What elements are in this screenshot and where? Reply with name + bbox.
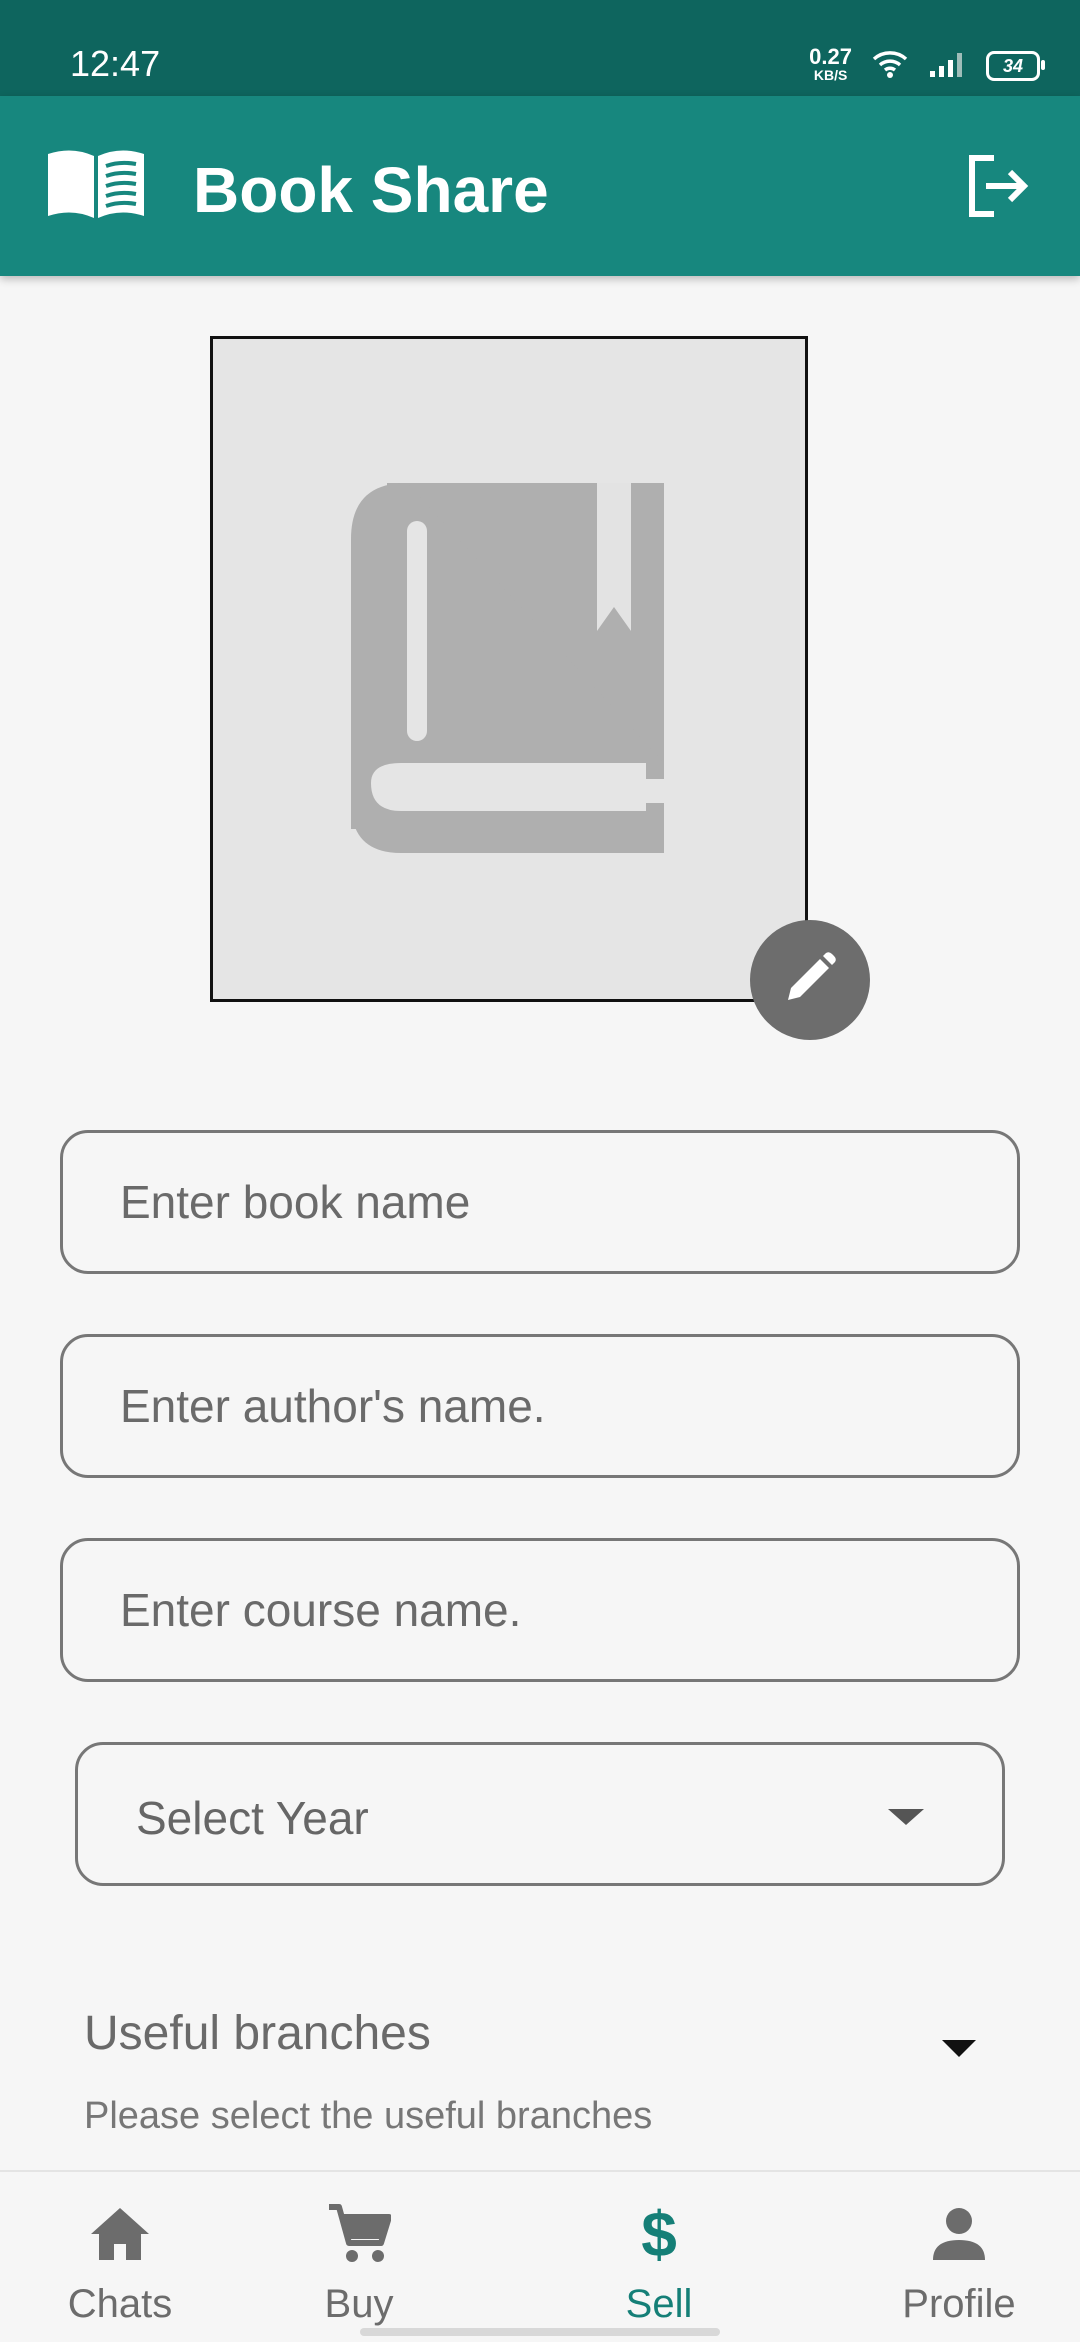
year-select[interactable]: Select Year	[75, 1742, 1005, 1886]
status-bar: 12:47 0.27 KB/S 34	[0, 0, 1080, 96]
book-icon	[351, 483, 669, 864]
nav-item-sell[interactable]: $ Sell	[559, 2172, 759, 2342]
year-select-label: Select Year	[136, 1792, 369, 1844]
battery-icon: 34	[986, 51, 1045, 81]
nav-item-buy[interactable]: Buy	[259, 2172, 459, 2342]
open-book-icon	[46, 144, 146, 225]
useful-branches-select[interactable]: Useful branches Please select the useful…	[84, 2004, 984, 2144]
author-name-field[interactable]	[60, 1334, 1020, 1478]
dropdown-arrow-icon[interactable]	[942, 2040, 976, 2057]
course-name-input[interactable]	[120, 1541, 994, 1679]
signal-icon	[928, 49, 968, 84]
network-speed-unit: KB/S	[813, 67, 848, 83]
nav-label-chats: Chats	[67, 2282, 173, 2326]
author-name-input[interactable]	[120, 1337, 994, 1475]
pencil-icon	[782, 950, 838, 1011]
dollar-icon: $	[559, 2202, 759, 2266]
edit-photo-button[interactable]	[750, 920, 870, 1040]
dropdown-arrow-icon	[888, 1809, 924, 1825]
nav-label-profile: Profile	[902, 2282, 1016, 2326]
useful-branches-hint: Please select the useful branches	[84, 2095, 653, 2137]
nav-item-profile[interactable]: Profile	[859, 2172, 1059, 2342]
course-name-field[interactable]	[60, 1538, 1020, 1682]
home-icon	[20, 2202, 220, 2266]
network-speed: 0.27 KB/S	[809, 44, 852, 84]
nav-label-sell: Sell	[625, 2282, 693, 2326]
wifi-icon	[870, 49, 910, 84]
nav-item-chats[interactable]: Chats	[20, 2172, 220, 2342]
bottom-navigation: Chats Buy $ Sell Profile	[0, 2170, 1080, 2342]
home-indicator	[360, 2328, 720, 2336]
book-photo[interactable]	[210, 336, 808, 1002]
dollar-symbol: $	[641, 2198, 677, 2270]
app-bar: Book Share	[0, 96, 1080, 276]
useful-branches-title: Useful branches	[84, 2007, 431, 2060]
network-speed-value: 0.27	[809, 44, 852, 69]
book-name-input[interactable]	[120, 1133, 994, 1271]
status-icons: 0.27 KB/S 34	[809, 44, 1045, 88]
app-title: Book Share	[193, 154, 549, 226]
logout-icon[interactable]	[964, 152, 1032, 220]
book-name-field[interactable]	[60, 1130, 1020, 1274]
nav-label-buy: Buy	[324, 2282, 394, 2326]
person-icon	[859, 2202, 1059, 2266]
cart-icon	[259, 2202, 459, 2266]
status-time: 12:47	[70, 43, 161, 84]
